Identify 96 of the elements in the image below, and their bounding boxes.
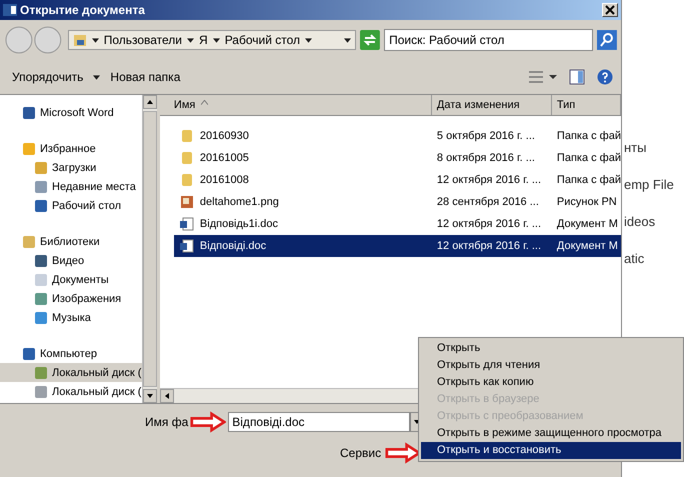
column-label: Имя — [174, 99, 196, 111]
sidebar-item[interactable]: Библиотеки — [0, 232, 142, 251]
sidebar-item[interactable]: Документы — [0, 270, 142, 289]
background-window-text: atic — [624, 251, 646, 266]
sidebar-item[interactable]: Microsoft Word — [0, 103, 142, 122]
caret-icon[interactable] — [212, 38, 220, 42]
file-name-field[interactable]: Відповіді.doc — [228, 412, 410, 432]
folder-icon — [180, 151, 194, 165]
breadcrumb-item[interactable]: Рабочий стол — [224, 33, 300, 47]
sidebar-item[interactable]: Локальный диск ( — [0, 382, 142, 401]
file-name: 20160930 — [200, 130, 249, 142]
file-row[interactable]: deltahome1.png 28 сентября 2016 ... Рисунок PN — [174, 191, 621, 213]
sidebar-item-icon — [34, 310, 48, 324]
caret-icon[interactable] — [305, 38, 312, 42]
folder-icon — [180, 173, 194, 187]
sidebar-item-icon — [34, 254, 48, 268]
date-cell: 12 октября 2016 г. ... — [436, 218, 542, 230]
dropdown-caret-icon[interactable] — [344, 38, 352, 42]
help-icon[interactable] — [597, 69, 613, 85]
type-cell: Папка с фай — [556, 130, 621, 142]
address-bar[interactable]: Пользователи Я Рабочий стол — [68, 30, 356, 50]
file-row[interactable]: 20161008 12 октября 2016 г. ... Папка с фай — [174, 169, 621, 191]
sidebar-item[interactable]: Избранное — [0, 139, 142, 158]
sidebar-item[interactable]: Изображения — [0, 289, 142, 308]
type-cell: Документ M — [556, 218, 618, 230]
sidebar-item[interactable]: Локальный диск ( — [0, 363, 142, 382]
vertical-scrollbar[interactable] — [142, 95, 157, 403]
menu-item[interactable]: Открыть в режиме защищенного просмотра — [421, 425, 681, 442]
refresh-icon[interactable] — [360, 30, 380, 50]
sidebar-item[interactable]: Видео — [0, 251, 142, 270]
file-row[interactable]: 20161005 8 октября 2016 г. ... Папка с фай — [174, 147, 621, 169]
type-cell: Рисунок PN — [556, 196, 617, 208]
breadcrumb-item[interactable]: Пользователи — [104, 33, 182, 47]
column-header[interactable]: Тип — [552, 95, 621, 115]
sidebar-item-icon — [34, 366, 48, 380]
column-header[interactable]: Имя — [160, 95, 432, 115]
menu-item[interactable]: Открыть как копию — [421, 374, 681, 391]
date-cell: 12 октября 2016 г. ... — [436, 240, 542, 252]
background-window-text: ideos — [624, 214, 656, 229]
file-name: deltahome1.png — [200, 196, 279, 208]
sidebar-item[interactable]: Загрузки — [0, 158, 142, 177]
sidebar-item[interactable]: Музыка — [0, 308, 142, 327]
caret-icon[interactable] — [92, 38, 99, 42]
image-file-icon — [180, 195, 194, 209]
sidebar-item-icon — [22, 234, 36, 248]
folder-icon — [180, 129, 194, 143]
sidebar-item-icon — [34, 198, 48, 212]
date-cell: 28 сентября 2016 ... — [436, 196, 539, 208]
sidebar-item-icon — [34, 292, 48, 306]
sidebar-item-icon — [34, 384, 48, 398]
sidebar-item-icon — [22, 142, 36, 156]
file-name: Відповідь1i.doc — [200, 218, 278, 230]
date-cell: 12 октября 2016 г. ... — [436, 174, 542, 186]
sidebar-item[interactable]: Рабочий стол — [0, 196, 142, 215]
caret-icon[interactable] — [93, 74, 100, 80]
column-header[interactable]: Дата изменения — [432, 95, 552, 115]
background-window-text: нты — [624, 140, 648, 155]
search-icon[interactable] — [597, 30, 617, 50]
sidebar-item-icon — [34, 272, 48, 286]
type-cell: Папка с фай — [556, 174, 621, 186]
close-button[interactable] — [602, 3, 618, 17]
type-cell: Документ M — [556, 240, 618, 252]
folder-icon — [72, 33, 87, 47]
menu-item[interactable]: Открыть и восстановить — [421, 442, 681, 459]
service-button[interactable]: Сервис — [338, 446, 384, 460]
word-icon — [3, 3, 17, 17]
file-name: Відповіді.doc — [200, 240, 266, 252]
sidebar-item-icon — [22, 106, 36, 120]
menu-item[interactable]: Открыть для чтения — [421, 357, 681, 374]
organize-button[interactable]: Упорядочить — [8, 68, 88, 86]
caret-icon[interactable] — [187, 38, 194, 42]
file-row[interactable]: Відповіді.doc 12 октября 2016 г. ... Документ M — [174, 235, 621, 257]
type-cell: Папка с фай — [556, 152, 621, 164]
window-title: Открытие документа — [20, 3, 146, 17]
file-name-label: Имя фа — [145, 415, 188, 429]
menu-item[interactable]: Открыть — [421, 340, 681, 357]
sidebar-item-icon — [22, 346, 36, 360]
sidebar-item[interactable]: Компьютер — [0, 344, 142, 363]
word-document-icon — [180, 217, 194, 231]
view-options-icon[interactable] — [527, 69, 557, 85]
file-name: 20161008 — [200, 174, 249, 186]
background-window-text: emp File — [624, 177, 675, 192]
search-field[interactable]: Поиск: Рабочий стол — [384, 29, 594, 51]
sidebar-item-icon — [34, 180, 48, 194]
date-cell: 5 октября 2016 г. ... — [436, 130, 535, 142]
file-row[interactable]: 20160930 5 октября 2016 г. ... Папка с фай — [174, 125, 621, 147]
word-document-icon — [180, 239, 194, 253]
sidebar-item-icon — [34, 160, 48, 174]
breadcrumb-item[interactable]: Я — [199, 33, 208, 47]
date-cell: 8 октября 2016 г. ... — [436, 152, 535, 164]
new-folder-button[interactable]: Новая папка — [106, 68, 184, 86]
file-row[interactable]: Відповідь1i.doc 12 октября 2016 г. ... Документ M — [174, 213, 621, 235]
file-name: 20161005 — [200, 152, 249, 164]
pointer-arrow-icon — [190, 411, 226, 433]
preview-pane-icon[interactable] — [569, 69, 585, 85]
sidebar-item[interactable]: Недавние места — [0, 177, 142, 196]
